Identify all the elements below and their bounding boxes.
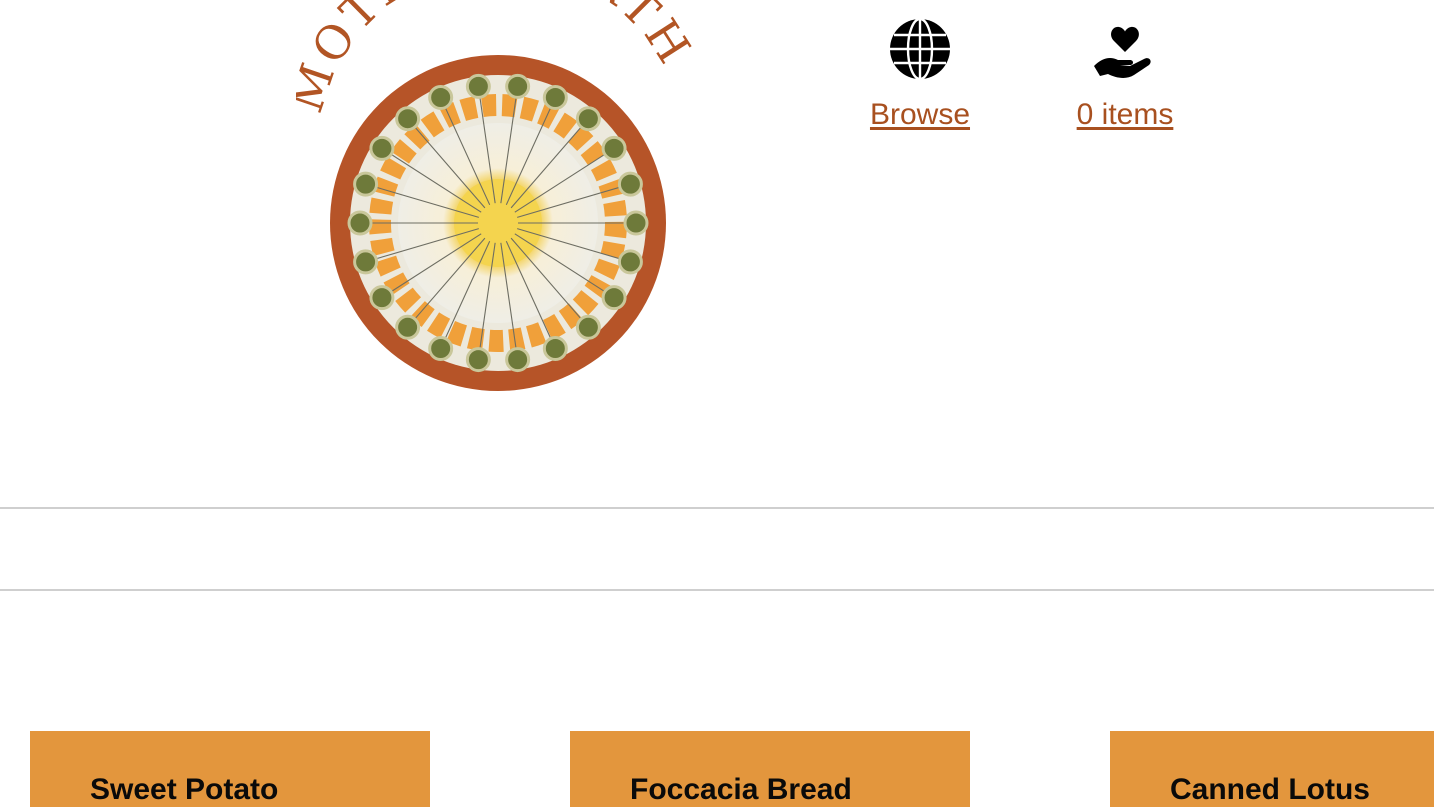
product-title[interactable]: Canned Lotus <box>1170 773 1370 807</box>
nav-cart[interactable]: 0 items <box>1070 14 1180 132</box>
product-card[interactable]: Sweet Potato <box>30 731 430 807</box>
divider-top <box>0 507 1434 509</box>
mother-earth-logo[interactable]: MOTHER EARTH <box>279 0 702 400</box>
page: MOTHER EARTH Browse <box>0 0 1434 807</box>
browse-link[interactable]: Browse <box>870 98 970 132</box>
heart-in-hand-icon <box>1094 26 1151 78</box>
logo-graphic: MOTHER EARTH <box>279 0 699 391</box>
product-card[interactable]: Foccacia Bread <box>570 731 970 807</box>
divider-bottom <box>0 589 1434 591</box>
product-title[interactable]: Foccacia Bread <box>630 773 852 807</box>
globe-icon <box>890 17 950 81</box>
product-title[interactable]: Sweet Potato <box>90 773 278 807</box>
cart-items-link[interactable]: 0 items <box>1077 98 1174 132</box>
product-card[interactable]: Canned Lotus <box>1110 731 1434 807</box>
nav-browse[interactable]: Browse <box>866 14 974 132</box>
